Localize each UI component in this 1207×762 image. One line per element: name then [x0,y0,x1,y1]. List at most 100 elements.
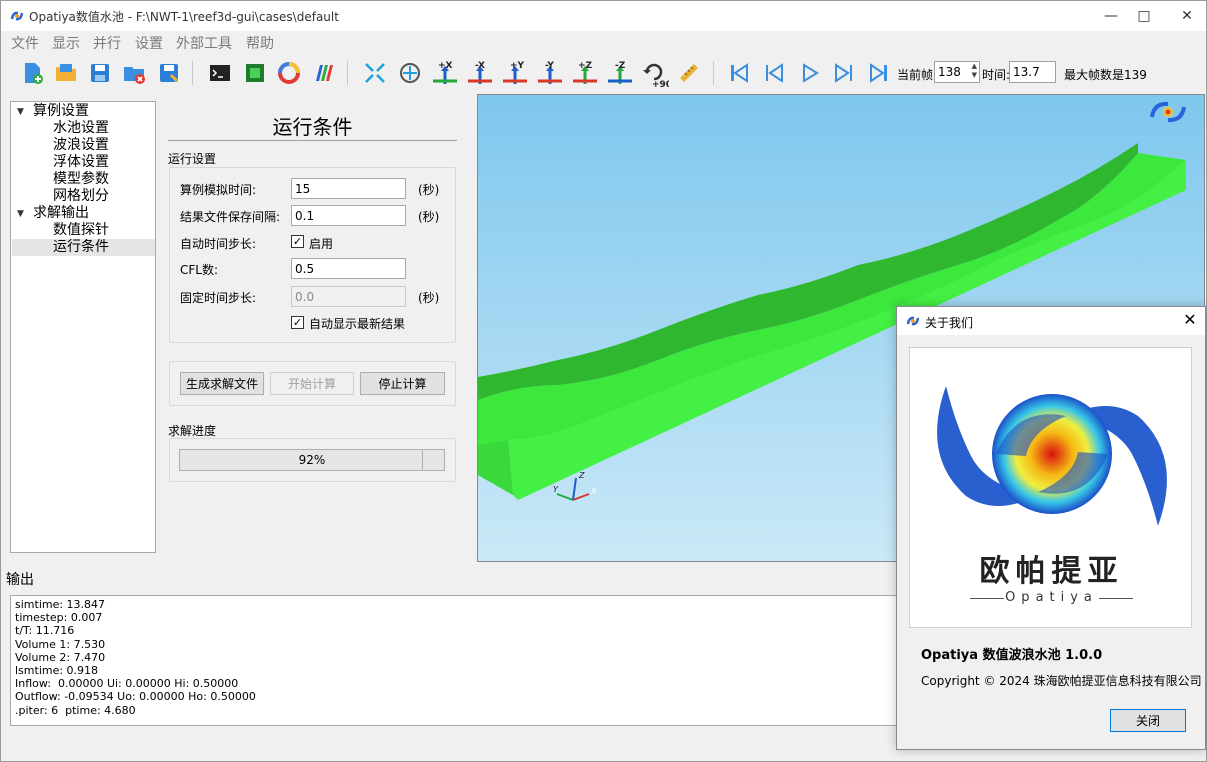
compass-icon [400,63,420,83]
title-divider [168,140,457,141]
swirl-logo-icon [937,386,1167,526]
color-bars-icon [316,65,333,81]
tree-group-case-settings[interactable]: 算例设置 [33,103,89,120]
output-console[interactable]: simtime: 13.847 timestep: 0.007 t/T: 11.71… [10,595,900,726]
stop-compute-button[interactable]: 停止计算 [360,372,445,395]
output-line: .piter: 6 ptime: 4.680 [15,703,136,717]
expand-arrow-icon[interactable]: ▼ [17,107,24,117]
main-window: Opatiya数值水池 - F:\NWT-1\reef3d-gui\cases\… [0,0,1207,762]
app-logo-icon [10,11,24,21]
menu-view[interactable]: 显示 [52,33,80,53]
menu-parallel[interactable]: 并行 [93,33,121,53]
save-button[interactable] [86,59,114,87]
generate-files-button[interactable]: 生成求解文件 [180,372,264,395]
color-wheel-icon [278,62,300,84]
case-tree[interactable]: ▼ 算例设置 水池设置 波浪设置 浮体设置 模型参数 网格划分 ▼ 求解输出 数… [10,101,156,553]
next-frame-button[interactable] [830,59,858,87]
expand-arrows-icon [365,63,385,83]
sim-time-input[interactable]: 15 [291,178,406,199]
copyright-text: Copyright © 2024 珠海欧帕提亚信息科技有限公司 [921,674,1202,688]
first-frame-button[interactable] [725,59,753,87]
maximize-button[interactable]: □ [1121,1,1167,31]
sim-time-value: 15 [295,182,311,196]
menu-settings[interactable]: 设置 [135,33,163,53]
tree-item-waves[interactable]: 波浪设置 [53,137,109,154]
run-settings-group-label: 运行设置 [168,152,217,166]
menu-external-tools[interactable]: 外部工具 [176,33,232,53]
dialog-title-bar: 关于我们 ✕ [897,307,1205,335]
svg-text:-Z: -Z [615,61,626,71]
skip-first-icon [731,63,748,83]
close-window-button[interactable]: ✕ [1164,1,1207,31]
save-interval-value: 0.1 [295,209,315,223]
axis-plus-y-icon: +Y [503,61,527,84]
palette-button[interactable] [310,59,338,87]
fixed-step-unit: (秒) [418,291,440,305]
logo-divider-right [1099,598,1133,599]
spin-arrows-icon[interactable]: ▲ ▼ [972,62,977,80]
last-frame-button[interactable] [865,59,893,87]
fit-view-button[interactable] [361,59,389,87]
svg-text:+Y: +Y [510,61,525,71]
progress-group-label: 求解进度 [168,424,217,438]
output-line: Outflow: -0.09534 Uo: 0.00000 Ho: 0.5000… [15,690,256,704]
view-minus-z-button[interactable]: -Z [605,59,635,87]
auto-step-checkbox[interactable]: ✓ [291,235,304,248]
time-value: 13.7 [1013,65,1040,79]
dialog-close-button[interactable]: 关闭 [1110,709,1186,732]
reset-view-button[interactable] [396,59,424,87]
toolbar-separator [347,61,348,85]
cfl-input[interactable]: 0.5 [291,258,406,279]
toolbar: +X -X +Y -Y +Z -Z +90 当前帧: 138 ▲ ▼ 时间: 1… [1,55,1206,91]
save-interval-input[interactable]: 0.1 [291,205,406,226]
view-plus-y-button[interactable]: +Y [500,59,530,87]
progress-text: 92% [298,453,326,467]
output-line: t/T: 11.716 [15,624,75,638]
axis-plus-z-icon: +Z [573,61,597,84]
tree-item-probes[interactable]: 数值探针 [53,222,109,239]
tree-item-meshing[interactable]: 网格划分 [53,188,109,205]
measure-button[interactable] [675,59,703,87]
new-case-button[interactable] [18,59,46,87]
time-field[interactable]: 13.7 [1009,61,1056,83]
auto-show-checkbox[interactable]: ✓ [291,316,304,329]
dialog-title: 关于我们 [925,316,974,330]
play-button[interactable] [796,59,824,87]
auto-step-enable-label[interactable]: 启用 [309,235,333,252]
terminal-button[interactable] [206,59,234,87]
logo-chinese-name: 欧帕提亚 [979,554,1124,589]
sim-time-unit: (秒) [418,183,440,197]
open-case-button[interactable] [52,59,80,87]
colormap-button[interactable] [275,59,303,87]
sim-time-label: 算例模拟时间: [180,183,257,197]
close-case-button[interactable] [120,59,148,87]
fixed-step-value: 0.0 [295,290,315,304]
expand-arrow-icon[interactable]: ▼ [17,209,24,219]
save-as-icon [160,64,179,83]
toolbar-separator [192,61,193,85]
save-as-button[interactable] [155,59,183,87]
step-forward-icon [835,63,852,83]
current-frame-spinbox[interactable]: 138 ▲ ▼ [934,61,980,83]
view-minus-x-button[interactable]: -X [465,59,495,87]
tree-item-model-params[interactable]: 模型参数 [53,171,109,188]
rotate-90-button[interactable]: +90 [639,59,669,88]
view-plus-x-button[interactable]: +X [430,59,460,87]
dialog-close-icon[interactable]: ✕ [1179,310,1201,332]
svg-text:+X: +X [438,61,453,71]
menu-help[interactable]: 帮助 [246,33,274,53]
menu-file[interactable]: 文件 [11,33,39,53]
save-interval-label: 结果文件保存间隔: [180,210,281,224]
auto-show-label[interactable]: 自动显示最新结果 [309,315,405,332]
output-line: Inflow: 0.00000 Ui: 0.00000 Hi: 0.50000 [15,677,239,691]
previous-frame-button[interactable] [760,59,788,87]
view-minus-y-button[interactable]: -Y [535,59,565,87]
close-folder-icon [124,67,145,84]
view-plus-z-button[interactable]: +Z [570,59,600,87]
tree-item-run-conditions[interactable]: 运行条件 [53,239,109,256]
tree-item-tank[interactable]: 水池设置 [53,120,109,137]
tree-item-floating-body[interactable]: 浮体设置 [53,154,109,171]
tree-group-solver-output[interactable]: 求解输出 [33,205,89,222]
svg-text:-X: -X [475,61,485,71]
mesh-button[interactable] [241,59,269,87]
